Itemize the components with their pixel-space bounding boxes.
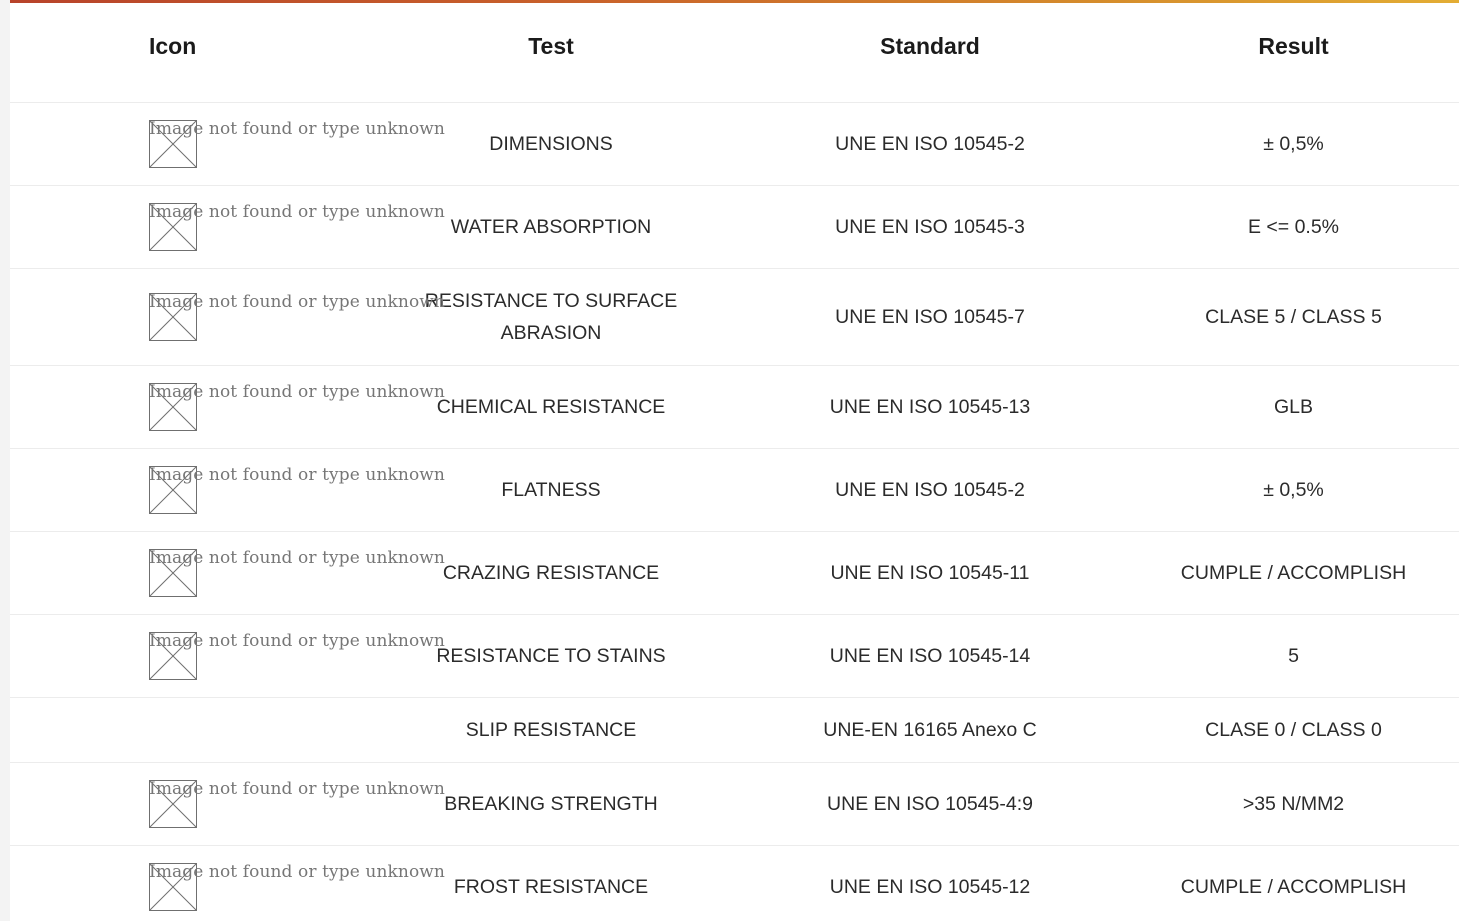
cell-standard: UNE EN ISO 10545-2 [732, 448, 1128, 532]
cell-result: 5 [1128, 614, 1459, 698]
broken-image-icon: Image not found or type unknown [149, 779, 445, 828]
cell-icon: Image not found or type unknown [10, 102, 445, 186]
cell-icon: Image not found or type unknown [10, 448, 445, 532]
cell-icon: Image not found or type unknown [10, 185, 445, 269]
broken-image-icon: Image not found or type unknown [149, 202, 445, 251]
cell-result: CUMPLE / ACCOMPLISH [1128, 845, 1459, 921]
table-row: Image not found or type unknown DIMENSION… [10, 102, 1459, 186]
broken-image-alt-text: Image not found or type unknown [149, 547, 445, 568]
table-row: Image not found or type unknown WATER ABS… [10, 185, 1459, 269]
cell-result: E <= 0.5% [1128, 185, 1459, 269]
broken-image-alt-text: Image not found or type unknown [149, 381, 445, 402]
cell-standard: UNE EN ISO 10545-3 [732, 185, 1128, 269]
cell-standard: UNE EN ISO 10545-13 [732, 365, 1128, 449]
table-row: Image not found or type unknown RESISTANC… [10, 614, 1459, 698]
cell-result: ± 0,5% [1128, 102, 1459, 186]
broken-image-alt-text: Image not found or type unknown [149, 464, 445, 485]
header-test: Test [370, 3, 732, 103]
cell-icon: Image not found or type unknown [10, 762, 445, 846]
broken-image-icon: Image not found or type unknown [149, 548, 445, 597]
broken-image-icon: Image not found or type unknown [149, 631, 445, 680]
broken-image-icon: Image not found or type unknown [149, 382, 445, 431]
cell-standard: UNE-EN 16165 Anexo C [732, 697, 1128, 763]
table-row: Image not found or type unknown FLATNESS U… [10, 448, 1459, 532]
cell-result: GLB [1128, 365, 1459, 449]
table-row: Image not found or type unknown BREAKING … [10, 762, 1459, 846]
table-header-row: Icon Test Standard Result [10, 3, 1459, 103]
cell-standard: UNE EN ISO 10545-2 [732, 102, 1128, 186]
cell-icon: Image not found or type unknown [10, 365, 445, 449]
cell-result: >35 N/MM2 [1128, 762, 1459, 846]
broken-image-alt-text: Image not found or type unknown [149, 118, 445, 139]
cell-standard: UNE EN ISO 10545-11 [732, 531, 1128, 615]
broken-image-alt-text: Image not found or type unknown [149, 778, 445, 799]
cell-standard: UNE EN ISO 10545-12 [732, 845, 1128, 921]
broken-image-icon: Image not found or type unknown [149, 465, 445, 514]
cell-icon: Image not found or type unknown [10, 268, 445, 366]
table-row: Image not found or type unknown CHEMICAL … [10, 365, 1459, 449]
cell-icon: Image not found or type unknown [10, 845, 445, 921]
table-row: SLIP RESISTANCE UNE-EN 16165 Anexo C CLASE… [10, 697, 1459, 763]
table-row: Image not found or type unknown FROST RES… [10, 845, 1459, 921]
broken-image-icon: Image not found or type unknown [149, 119, 445, 168]
cell-result: ± 0,5% [1128, 448, 1459, 532]
header-result: Result [1128, 3, 1459, 103]
header-icon: Icon [10, 3, 370, 103]
page: Icon Test Standard Result Image not foun… [10, 0, 1459, 921]
cell-test: SLIP RESISTANCE [370, 697, 732, 763]
cell-result: CLASE 0 / CLASS 0 [1128, 697, 1459, 763]
broken-image-alt-text: Image not found or type unknown [149, 630, 445, 651]
cell-icon: Image not found or type unknown [10, 614, 445, 698]
broken-image-alt-text: Image not found or type unknown [149, 291, 445, 312]
cell-result: CUMPLE / ACCOMPLISH [1128, 531, 1459, 615]
table-row: Image not found or type unknown RESISTANC… [10, 268, 1459, 366]
broken-image-alt-text: Image not found or type unknown [149, 201, 445, 222]
header-standard: Standard [732, 3, 1128, 103]
cell-standard: UNE EN ISO 10545-4:9 [732, 762, 1128, 846]
broken-image-icon: Image not found or type unknown [149, 862, 445, 911]
cell-icon [10, 697, 370, 763]
technical-specs-table: Icon Test Standard Result Image not foun… [10, 3, 1459, 921]
cell-standard: UNE EN ISO 10545-14 [732, 614, 1128, 698]
cell-standard: UNE EN ISO 10545-7 [732, 268, 1128, 366]
table-row: Image not found or type unknown CRAZING R… [10, 531, 1459, 615]
cell-icon: Image not found or type unknown [10, 531, 445, 615]
broken-image-alt-text: Image not found or type unknown [149, 861, 445, 882]
broken-image-icon: Image not found or type unknown [149, 292, 445, 341]
cell-result: CLASE 5 / CLASS 5 [1128, 268, 1459, 366]
